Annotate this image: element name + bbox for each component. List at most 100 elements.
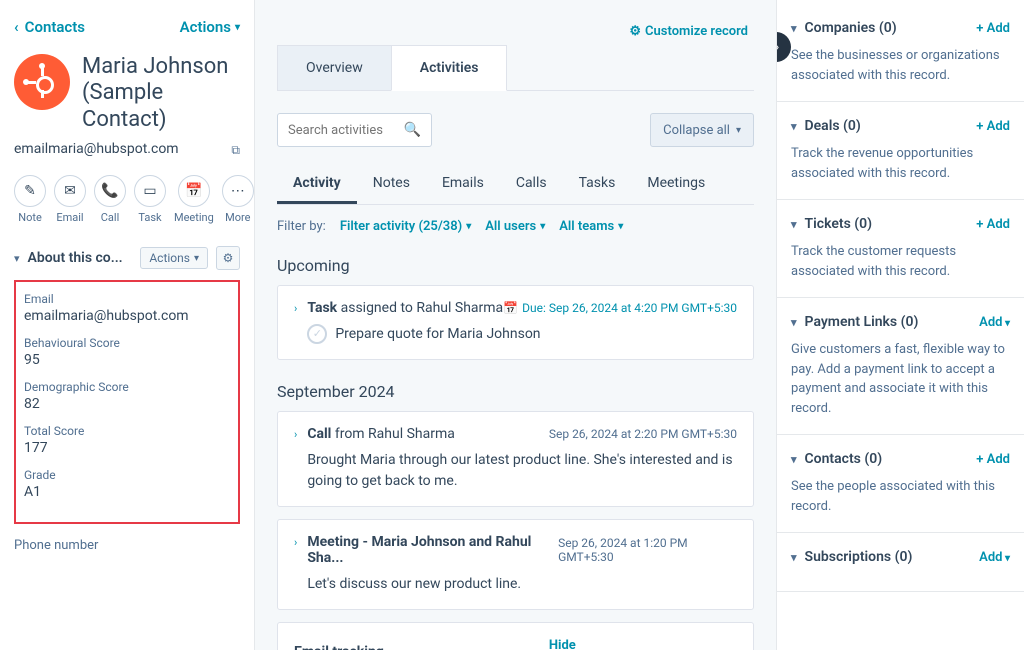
subtab-tasks[interactable]: Tasks: [563, 165, 632, 204]
chevron-down-icon: ▾: [791, 22, 797, 35]
about-actions-dropdown[interactable]: Actions ▾: [140, 247, 208, 269]
activity-card: › Meeting - Maria Johnson and Rahul Sha.…: [277, 519, 754, 610]
action-more: ⋯ More: [222, 175, 254, 224]
task-checkbox[interactable]: ✓: [307, 324, 327, 344]
filter-activity[interactable]: Filter activity (25/38)▾: [340, 219, 471, 234]
action-label: More: [225, 211, 250, 224]
subtab-meetings[interactable]: Meetings: [631, 165, 721, 204]
field-label: Demographic Score: [24, 380, 230, 394]
chevron-left-icon: ‹: [14, 18, 19, 36]
action-label: Email: [56, 211, 83, 224]
left-sidebar: ‹ Contacts Actions ▾ Maria Johnson (Samp…: [0, 0, 255, 650]
panel-tickets: ▾ Tickets (0) + Add Track the customer r…: [777, 200, 1024, 298]
panel-desc: See the people associated with this reco…: [791, 477, 1010, 516]
activity-desc: Let's discuss our new product line.: [307, 574, 737, 595]
panel-title[interactable]: ▾ Deals (0): [791, 118, 861, 134]
about-title: About this co...: [28, 250, 133, 266]
email-track-meta: Hide Sep 26, 2024 at 2:20 PM GMT+5:30: [549, 637, 737, 650]
email-button[interactable]: ✉: [54, 175, 86, 207]
more-button[interactable]: ⋯: [222, 175, 254, 207]
chevron-down-icon: ▾: [791, 551, 797, 564]
chevron-down-icon: ▾: [791, 120, 797, 133]
field-label: Email: [24, 292, 230, 306]
action-call: 📞 Call: [94, 175, 126, 224]
collapse-all-button[interactable]: Collapse all ▾: [650, 113, 754, 147]
panel-header: ▾ Payment Links (0) Add ▾: [791, 314, 1010, 330]
meeting-button[interactable]: 📅: [178, 175, 210, 207]
gear-icon: ⚙: [629, 24, 641, 39]
search-icon[interactable]: 🔍: [404, 122, 421, 138]
customize-label: Customize record: [645, 24, 748, 39]
add-button[interactable]: + Add: [976, 452, 1010, 467]
main-content: ⚙ Customize record Overview Activities 🔍…: [255, 0, 776, 650]
chevron-right-icon[interactable]: ›: [294, 536, 297, 549]
call-button[interactable]: 📞: [94, 175, 126, 207]
subtab-calls[interactable]: Calls: [500, 165, 563, 204]
search-row: 🔍 Collapse all ▾: [277, 113, 754, 147]
task-button[interactable]: ▭: [134, 175, 166, 207]
action-buttons: ✎ Note ✉ Email 📞 Call ▭ Task 📅 Meeting ⋯…: [14, 175, 240, 224]
scores-highlight: Email emailmaria@hubspot.com Behavioural…: [14, 280, 240, 524]
note-button[interactable]: ✎: [14, 175, 46, 207]
add-button[interactable]: Add ▾: [979, 315, 1010, 330]
field-value: 177: [24, 440, 230, 456]
chevron-down-icon: ▾: [235, 22, 240, 33]
copy-icon[interactable]: ⧉: [231, 143, 240, 158]
tab-activities[interactable]: Activities: [391, 45, 508, 91]
chevron-down-icon: ▾: [1002, 553, 1010, 564]
subtab-activity[interactable]: Activity: [277, 165, 357, 204]
panel-title[interactable]: ▾ Companies (0): [791, 20, 897, 36]
activity-date: Sep 26, 2024 at 1:20 PM GMT+5:30: [558, 536, 737, 564]
panel-desc: See the businesses or organizations asso…: [791, 46, 1010, 85]
tab-overview[interactable]: Overview: [277, 45, 391, 90]
filter-label: Filter by:: [277, 219, 326, 234]
tabs: Overview Activities: [277, 45, 754, 91]
task-title: Task assigned to Rahul Sharma: [307, 300, 503, 316]
chevron-right-icon[interactable]: ›: [294, 428, 297, 441]
field-label: Grade: [24, 468, 230, 482]
panel-title[interactable]: ▾ Payment Links (0): [791, 314, 918, 330]
subtab-notes[interactable]: Notes: [357, 165, 426, 204]
gear-icon[interactable]: ⚙: [216, 246, 240, 270]
panel-header: ▾ Tickets (0) + Add: [791, 216, 1010, 232]
chevron-down-icon: ▾: [791, 316, 797, 329]
field-email: Email emailmaria@hubspot.com: [24, 292, 230, 324]
contact-email: emailmaria@hubspot.com ⧉: [14, 141, 240, 157]
field-demographic-score: Demographic Score 82: [24, 380, 230, 412]
filter-teams[interactable]: All teams▾: [559, 219, 623, 234]
add-button[interactable]: Add ▾: [979, 550, 1010, 565]
filter-users[interactable]: All users▾: [485, 219, 545, 234]
action-note: ✎ Note: [14, 175, 46, 224]
email-track-title: Email tracking: [294, 644, 384, 650]
activity-card: › Call from Rahul Sharma Sep 26, 2024 at…: [277, 411, 754, 507]
panel-payment: ▾ Payment Links (0) Add ▾ Give customers…: [777, 298, 1024, 435]
chevron-down-icon: ▾: [736, 125, 741, 136]
panel-desc: Give customers a fast, flexible way to p…: [791, 340, 1010, 418]
chevron-down-icon: ▾: [791, 453, 797, 466]
avatar: [14, 54, 70, 110]
panel-title[interactable]: ▾ Contacts (0): [791, 451, 882, 467]
panel-title[interactable]: ▾ Tickets (0): [791, 216, 872, 232]
field-grade: Grade A1: [24, 468, 230, 500]
email-tracking-card: Email tracking Hide Sep 26, 2024 at 2:20…: [277, 622, 754, 650]
field-label: Total Score: [24, 424, 230, 438]
right-sidebar: » ▾ Companies (0) + Add See the business…: [776, 0, 1024, 650]
contact-actions-dropdown[interactable]: Actions ▾: [180, 18, 240, 36]
add-button[interactable]: + Add: [976, 119, 1010, 134]
back-contacts[interactable]: ‹ Contacts: [14, 18, 85, 36]
search-input[interactable]: [288, 123, 396, 138]
customize-record-link[interactable]: ⚙ Customize record: [629, 24, 748, 39]
panel-header: ▾ Companies (0) + Add: [791, 20, 1010, 36]
hide-link[interactable]: Hide: [549, 638, 576, 650]
chevron-right-icon[interactable]: ›: [294, 302, 297, 315]
panel-deals: ▾ Deals (0) + Add Track the revenue oppo…: [777, 102, 1024, 200]
contact-header: Maria Johnson (Sample Contact): [14, 54, 240, 133]
add-button[interactable]: + Add: [976, 21, 1010, 36]
calendar-icon: 📅: [503, 301, 518, 315]
add-button[interactable]: + Add: [976, 217, 1010, 232]
task-due-date: 📅Due: Sep 26, 2024 at 4:20 PM GMT+5:30: [503, 301, 737, 315]
hubspot-icon: [27, 67, 57, 97]
panel-title[interactable]: ▾ Subscriptions (0): [791, 549, 912, 565]
subtab-emails[interactable]: Emails: [426, 165, 500, 204]
chevron-down-icon[interactable]: ▾: [14, 252, 20, 265]
